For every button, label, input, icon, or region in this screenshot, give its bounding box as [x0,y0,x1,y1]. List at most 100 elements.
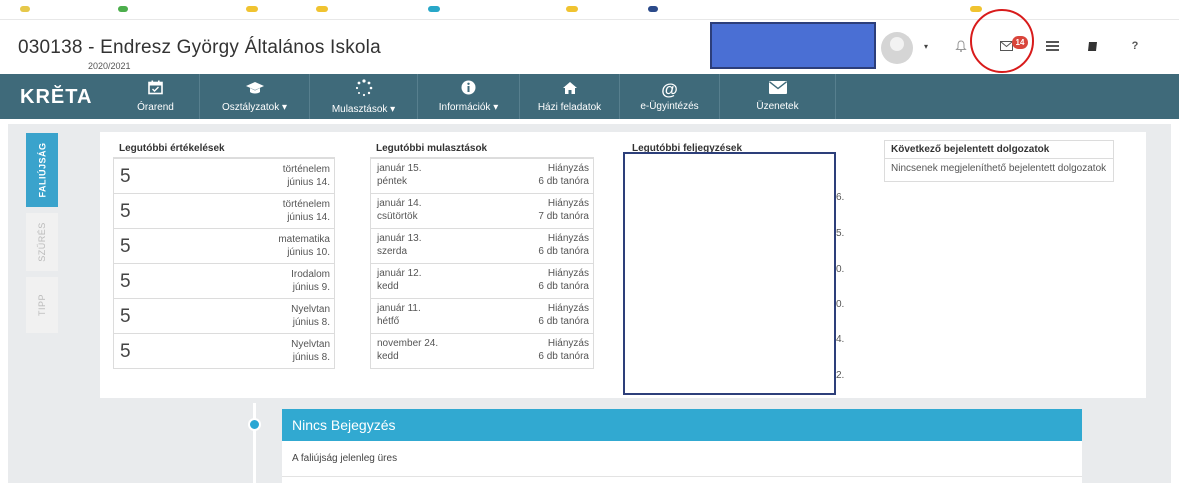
calendar-icon [148,80,163,99]
absence-status: Hiányzás [547,233,589,244]
grade-row[interactable]: 5 Nyelvtan június 8. [113,334,335,369]
note-fragment: 6. [836,192,845,203]
bookmark-icon[interactable] [648,6,658,12]
redacted-user-block [710,22,876,69]
bookmark-icon[interactable] [20,6,30,12]
grade-date: június 8. [292,317,330,328]
absence-row[interactable]: január 14. csütörtök Hiányzás 7 db tanór… [370,194,594,229]
bookmark-icon[interactable] [970,6,982,12]
tab-faliujsag[interactable]: FALIÚJSÁG [26,133,58,207]
info-icon [461,80,476,99]
recent-absences-widget: Legutóbbi mulasztások január 15. péntek … [370,140,594,369]
grade-date: június 14. [287,177,330,188]
grade-subject: Nyelvtan [291,304,330,315]
grade-value: 5 [120,166,131,187]
book-icon[interactable] [1081,35,1103,57]
nav-item-label: Osztályzatok ▾ [221,101,288,113]
help-icon[interactable]: ? [1124,35,1146,57]
grade-value: 5 [120,306,131,327]
nav-item-label: Mulasztások ▾ [331,103,396,115]
bookmark-icon[interactable] [566,6,578,12]
absence-status: Hiányzás [547,268,589,279]
grade-row[interactable]: 5 matematika június 10. [113,229,335,264]
absence-day: kedd [377,281,399,292]
absence-row[interactable]: január 12. kedd Hiányzás 6 db tanóra [370,264,594,299]
absence-count: 6 db tanóra [538,351,589,362]
grade-date: június 8. [292,352,330,363]
nav-item-label: Házi feladatok [537,101,602,113]
bookmark-icon[interactable] [118,6,128,12]
tab-label: FALIÚJSÁG [37,142,48,198]
graduation-cap-icon [245,81,265,99]
list-icon[interactable] [1041,35,1063,57]
widget-title: Következő bejelentett dolgozatok [885,141,1113,159]
bookmark-icon[interactable] [316,6,328,12]
absence-count: 6 db tanóra [538,246,589,257]
upcoming-exams-widget: Következő bejelentett dolgozatok Nincsen… [884,140,1114,182]
bookmark-icon[interactable] [428,6,440,12]
grade-subject: Irodalom [291,269,330,280]
widget-title: Legutóbbi mulasztások [370,140,594,158]
grade-value: 5 [120,201,131,222]
at-sign-icon: @ [661,80,678,99]
absence-status: Hiányzás [547,198,589,209]
page-root: 030138 - Endresz György Általános Iskola… [0,0,1179,483]
kreta-logo[interactable]: KRĔTA [20,86,92,109]
grade-date: június 14. [287,212,330,223]
absence-row[interactable]: november 24. kedd Hiányzás 6 db tanóra [370,334,594,369]
chevron-down-icon[interactable]: ▾ [924,42,928,51]
absence-day: kedd [377,351,399,362]
grade-value: 5 [120,236,131,257]
envelope-icon [768,81,787,98]
nav-item-informaciok[interactable]: Információk ▾ [418,74,520,119]
tab-tipp[interactable]: TIPP [26,277,58,333]
grade-subject: történelem [282,199,330,210]
grade-date: június 10. [287,247,330,258]
entry-body: A faliújság jelenleg üres [282,441,1082,477]
note-fragment: 2. [836,370,845,381]
widget-title: Legutóbbi értékelések [113,140,335,158]
nav-item-orarend[interactable]: Órarend [112,74,200,119]
grade-row[interactable]: 5 Nyelvtan június 8. [113,299,335,334]
recent-grades-widget: Legutóbbi értékelések 5 történelem júniu… [113,140,335,369]
school-title: 030138 - Endresz György Általános Iskola [18,37,381,58]
absence-day: péntek [377,176,408,187]
grade-row[interactable]: 5 Irodalom június 9. [113,264,335,299]
nav-item-uzenetek[interactable]: Üzenetek [720,74,836,119]
note-fragment: 5. [836,228,845,239]
absence-row[interactable]: január 13. szerda Hiányzás 6 db tanóra [370,229,594,264]
spinner-dots-icon [355,78,373,101]
absence-count: 6 db tanóra [538,316,589,327]
absence-date: január 11. [377,303,421,314]
grade-subject: matematika [278,234,330,245]
note-fragment: 0. [836,299,845,310]
bookmark-icon[interactable] [246,6,258,12]
absence-day: hétfő [377,316,400,327]
timeline-line [253,403,256,483]
grade-row[interactable]: 5 történelem június 14. [113,194,335,229]
nav-item-label: Információk ▾ [438,102,499,113]
bell-icon[interactable] [950,35,972,57]
nav-item-e-ugyintezes[interactable]: @ e-Ügyintézés [620,74,720,119]
grade-row[interactable]: 5 történelem június 14. [113,159,335,194]
tab-szures[interactable]: SZŰRÉS [26,213,58,271]
absence-status: Hiányzás [547,338,589,349]
nav-item-hazi-feladatok[interactable]: Házi feladatok [520,74,620,119]
nav-item-label: Üzenetek [756,101,799,112]
grade-date: június 9. [292,282,330,293]
school-year: 2020/2021 [88,61,131,71]
tab-label: TIPP [36,293,47,317]
absence-row[interactable]: január 11. hétfő Hiányzás 6 db tanóra [370,299,594,334]
absence-row[interactable]: január 15. péntek Hiányzás 6 db tanóra [370,159,594,194]
timeline-dot [248,418,261,431]
nav-item-osztalyzatok[interactable]: Osztályzatok ▾ [200,74,310,119]
user-avatar[interactable] [881,32,913,64]
grade-value: 5 [120,341,131,362]
absence-status: Hiányzás [547,163,589,174]
tab-label: SZŰRÉS [37,222,48,262]
nav-item-mulasztasok[interactable]: Mulasztások ▾ [310,74,418,119]
absence-status: Hiányzás [547,303,589,314]
empty-exams-message: Nincsenek megjeleníthető bejelentett dol… [891,163,1107,174]
home-icon [562,81,578,99]
main-nav: KRĔTA Órarend Osztályzatok ▾ Mulasztások… [0,74,1179,119]
